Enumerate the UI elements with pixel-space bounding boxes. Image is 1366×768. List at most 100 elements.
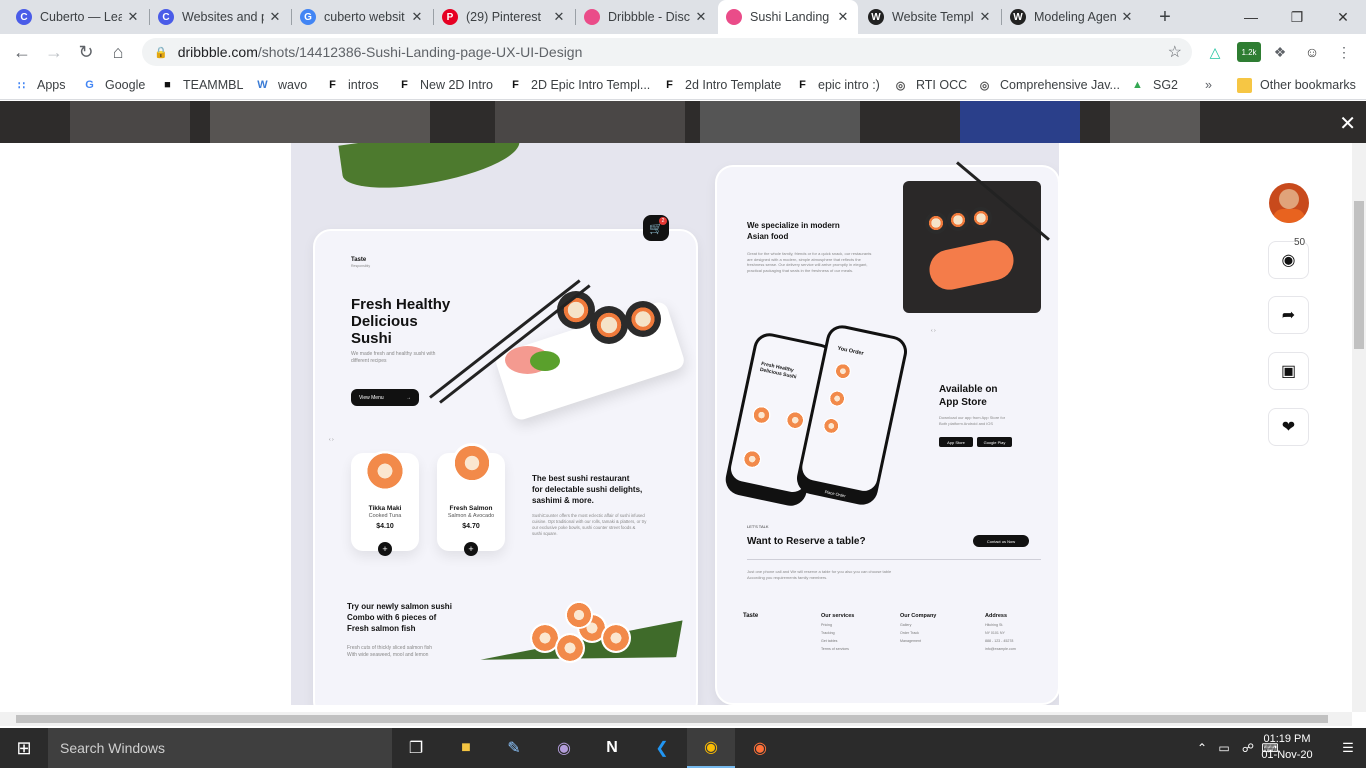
footer-link[interactable]: Pricing bbox=[821, 623, 854, 627]
task-view-icon[interactable]: ❐ bbox=[402, 734, 430, 762]
menu-item-card[interactable]: Fresh Salmon Salmon & Avocado $4.70 + bbox=[437, 443, 505, 556]
reload-icon[interactable]: ↻ bbox=[72, 38, 100, 66]
paint-icon[interactable]: ✎ bbox=[500, 734, 528, 762]
best-title-line: for delectable sushi delights, bbox=[532, 485, 643, 494]
tab-5[interactable]: Dribbble - Disc ✕ bbox=[576, 0, 716, 34]
minimize-icon[interactable]: — bbox=[1228, 0, 1274, 34]
tab-1[interactable]: C Cuberto — Lea ✕ bbox=[8, 0, 148, 34]
bookmark-item[interactable]: F 2D Epic Intro Templ... bbox=[508, 76, 650, 94]
tab-strip: C Cuberto — Lea ✕ C Websites and p ✕ Gcuberto … bbox=[0, 0, 1366, 34]
puzzle-icon[interactable]: ❖ bbox=[1270, 42, 1290, 62]
close-tab-icon[interactable]: ✕ bbox=[694, 9, 708, 25]
add-item-icon[interactable]: + bbox=[464, 542, 478, 556]
tab-6[interactable]: Sushi Landing ✕ bbox=[718, 0, 858, 34]
bookmark-item[interactable]: ∷ Apps bbox=[14, 76, 66, 94]
bookmark-item[interactable]: ◎ Comprehensive Jav... bbox=[977, 76, 1120, 94]
tab-2[interactable]: C Websites and p ✕ bbox=[150, 0, 290, 34]
tab-4[interactable]: P (29) Pinterest ✕ bbox=[434, 0, 574, 34]
close-tab-icon[interactable]: ✕ bbox=[1120, 9, 1134, 25]
app-store-badge[interactable]: App Store bbox=[939, 437, 973, 447]
address-bar[interactable]: 🔒 dribbble.com/shots/14412386-Sushi-Land… bbox=[142, 38, 1192, 66]
special-title-line: We specialize in modern bbox=[747, 221, 840, 230]
vscode-icon[interactable]: ❮ bbox=[648, 734, 676, 762]
menu-item-name: Tikka Maki bbox=[368, 505, 402, 512]
extension-badge-icon[interactable]: 1.2k bbox=[1237, 42, 1261, 62]
like-button[interactable]: ❤ bbox=[1268, 408, 1309, 446]
google-play-badge[interactable]: Google Play bbox=[977, 437, 1012, 447]
bookmark-item[interactable]: ■ TEAMMBL bbox=[160, 76, 243, 94]
bookmark-item[interactable]: ▲ SG2 bbox=[1130, 76, 1178, 94]
system-clock[interactable]: 01:19 PM 01-Nov-20 bbox=[1252, 731, 1322, 763]
close-tab-icon[interactable]: ✕ bbox=[126, 9, 140, 25]
other-bookmarks[interactable]: Other bookmarks bbox=[1237, 76, 1356, 94]
notion-icon[interactable]: N bbox=[598, 734, 626, 762]
slider-arrows[interactable]: ‹ › bbox=[329, 437, 334, 444]
notifications-icon[interactable]: ☰ bbox=[1334, 734, 1362, 762]
github-desktop-icon[interactable]: ◉ bbox=[550, 734, 578, 762]
horizontal-scrollbar[interactable] bbox=[0, 712, 1352, 726]
close-tab-icon[interactable]: ✕ bbox=[836, 9, 850, 25]
flag-icon: F bbox=[401, 79, 408, 91]
url-path: /shots/14412386-Sushi-Landing-page-UX-UI… bbox=[257, 44, 583, 60]
contact-us-button[interactable]: Contact us Now bbox=[973, 535, 1029, 547]
footer-link[interactable]: NY 0101 NY bbox=[985, 631, 1016, 635]
menu-item-card[interactable]: Tikka Maki Cooked Tuna $4.10 + bbox=[351, 451, 419, 556]
home-icon[interactable]: ⌂ bbox=[104, 38, 132, 66]
footer-link[interactable]: 888 - 123 - 45278 bbox=[985, 639, 1016, 643]
footer-link[interactable]: Order Track bbox=[900, 631, 936, 635]
save-to-collection-button[interactable]: ▣ bbox=[1268, 352, 1309, 390]
close-tab-icon[interactable]: ✕ bbox=[552, 9, 566, 25]
footer-link[interactable]: Gallery bbox=[900, 623, 936, 627]
forward-icon[interactable]: → bbox=[40, 38, 68, 66]
bookmark-item[interactable]: Wwavo bbox=[255, 76, 307, 94]
bookmark-item[interactable]: Fepic intro :) bbox=[795, 76, 880, 94]
windows-start-icon[interactable]: ⊞ bbox=[10, 734, 38, 762]
bookmark-item[interactable]: Fintros bbox=[325, 76, 378, 94]
profile-avatar-icon[interactable]: ☺ bbox=[1302, 42, 1322, 62]
footer-link[interactable]: Get tables bbox=[821, 639, 854, 643]
footer-link[interactable]: Management bbox=[900, 639, 936, 643]
close-tab-icon[interactable]: ✕ bbox=[978, 9, 992, 25]
view-menu-button[interactable]: View Menu → bbox=[351, 389, 419, 406]
new-tab-button[interactable]: + bbox=[1150, 0, 1180, 34]
bookmark-item[interactable]: F 2d Intro Template bbox=[662, 76, 781, 94]
close-window-icon[interactable]: ✕ bbox=[1320, 0, 1366, 34]
cart-icon[interactable]: 🛒 2 bbox=[643, 215, 669, 241]
bookmark-item[interactable]: G Google bbox=[82, 76, 145, 94]
back-icon[interactable]: ← bbox=[8, 38, 36, 66]
more-bookmarks-icon[interactable]: » bbox=[1205, 76, 1212, 94]
vertical-scrollbar[interactable] bbox=[1352, 143, 1366, 712]
add-item-icon[interactable]: + bbox=[378, 542, 392, 556]
maximize-icon[interactable]: ❐ bbox=[1274, 0, 1320, 34]
slider-arrows[interactable]: ‹ › bbox=[931, 328, 936, 335]
footer-link[interactable]: Terms of services bbox=[821, 647, 854, 651]
menu-kebab-icon[interactable]: ⋮ bbox=[1334, 42, 1354, 62]
bookmark-star-icon[interactable]: ☆ bbox=[1168, 42, 1182, 62]
footer-link[interactable]: Tracking bbox=[821, 631, 854, 635]
extension-icon[interactable]: △ bbox=[1205, 42, 1225, 62]
chrome-taskbar-icon[interactable]: ◉ bbox=[687, 728, 735, 768]
designer-avatar[interactable] bbox=[1269, 183, 1309, 223]
bookmark-item[interactable]: F New 2D Intro bbox=[397, 76, 493, 94]
file-explorer-icon[interactable]: ■ bbox=[452, 734, 480, 762]
close-tab-icon[interactable]: ✕ bbox=[410, 9, 424, 25]
menu-item-sub: Cooked Tuna bbox=[368, 513, 402, 519]
firefox-icon[interactable]: ◉ bbox=[746, 734, 774, 762]
footer-link[interactable]: info@example.com bbox=[985, 647, 1016, 651]
bookmark-item[interactable]: ◎ RTI OCC bbox=[893, 76, 967, 94]
hero-title-line: Fresh Healthy bbox=[351, 296, 451, 313]
close-tab-icon[interactable]: ✕ bbox=[268, 9, 282, 25]
flag-icon: F bbox=[799, 79, 806, 91]
tab-7[interactable]: W Website Templ ✕ bbox=[860, 0, 1000, 34]
tab-3[interactable]: Gcuberto websit ✕ bbox=[292, 0, 432, 34]
windows-search-box[interactable]: Search Windows bbox=[48, 728, 392, 768]
close-shot-icon[interactable]: ✕ bbox=[1339, 111, 1356, 136]
share-button[interactable]: ➦ bbox=[1268, 296, 1309, 334]
special-desc-line: freshness sense. Our delivery service wi… bbox=[747, 262, 868, 268]
tab-8[interactable]: W Modeling Agen ✕ bbox=[1002, 0, 1142, 34]
sushi-item-image bbox=[784, 409, 806, 431]
sushi-item-image bbox=[452, 443, 492, 483]
combo-title-line: Try our newly salmon sushi bbox=[347, 602, 452, 611]
special-title: We specialize in modern Asian food bbox=[747, 220, 840, 242]
footer-link[interactable]: Hitching St. bbox=[985, 623, 1016, 627]
